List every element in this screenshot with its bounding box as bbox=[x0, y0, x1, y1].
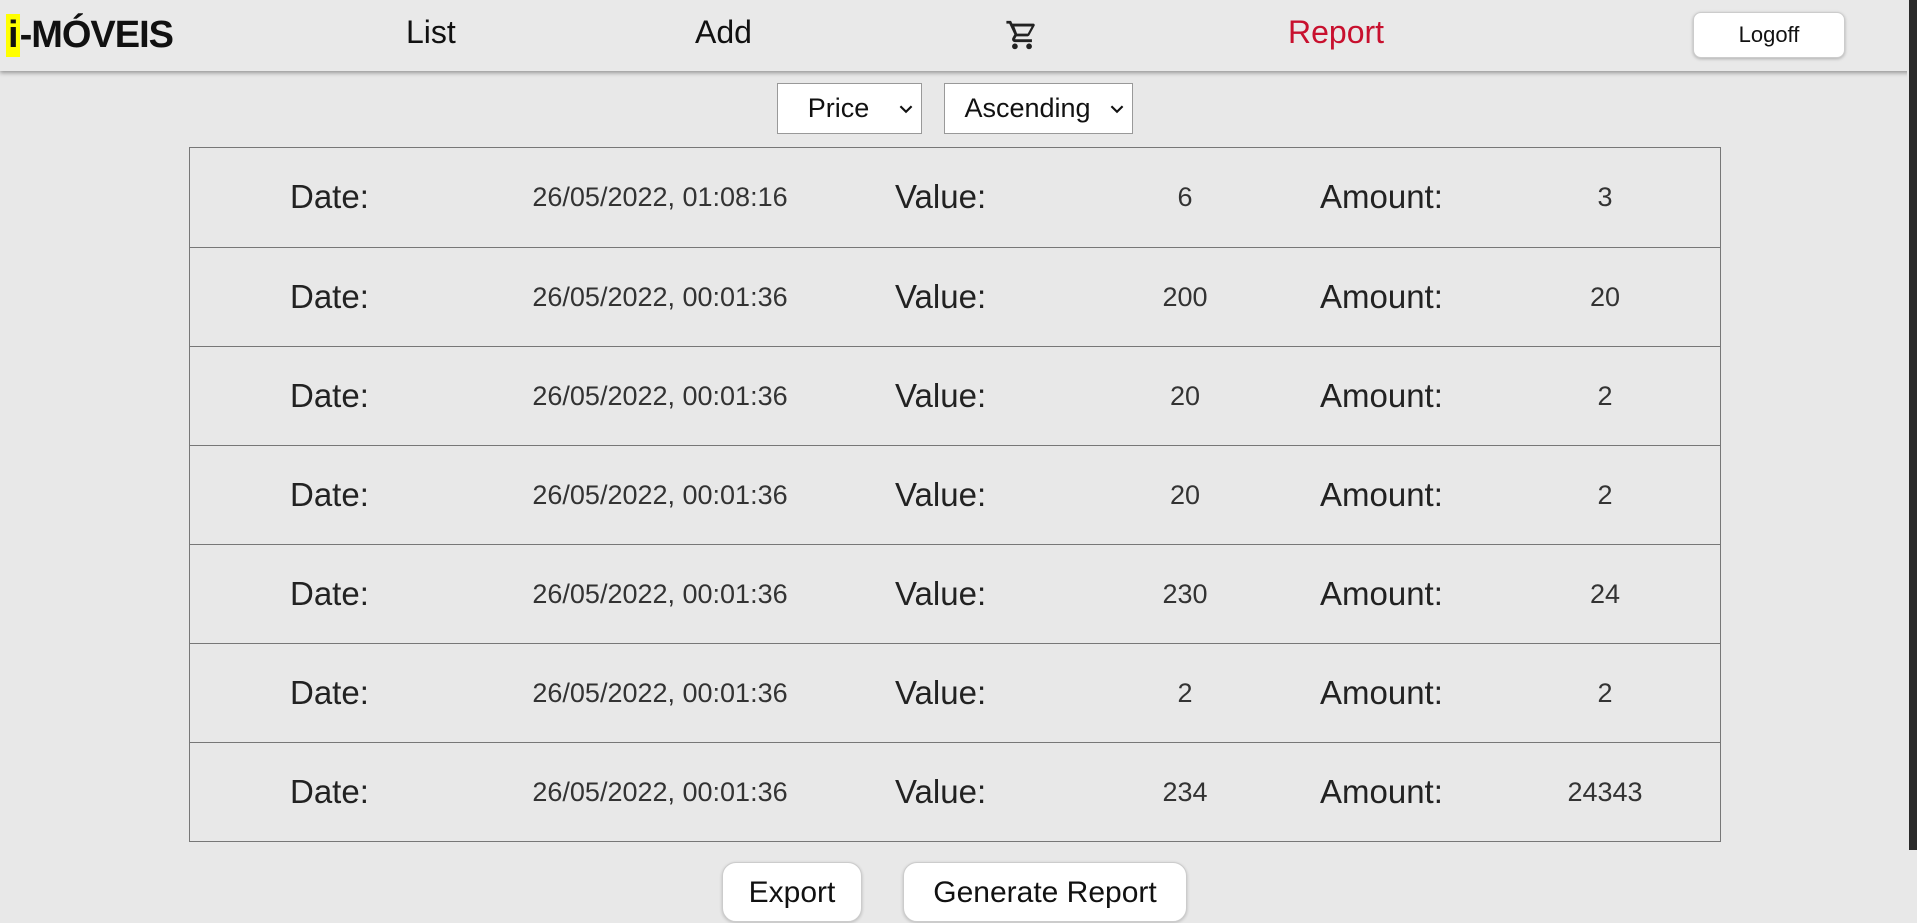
sort-field-select[interactable]: Price bbox=[777, 83, 922, 134]
value-label: Value: bbox=[895, 278, 987, 315]
amount-value: 20 bbox=[1589, 282, 1621, 312]
amount-value: 3 bbox=[1597, 182, 1613, 212]
amount-value: 24 bbox=[1589, 579, 1621, 609]
table-row: Date: 26/05/2022, 00:01:36 Value: 20 Amo… bbox=[190, 445, 1720, 544]
value-value: 230 bbox=[1162, 579, 1208, 609]
cart-icon[interactable] bbox=[1005, 18, 1039, 52]
date-label: Date: bbox=[290, 377, 369, 414]
logo-i: i bbox=[6, 14, 20, 57]
date-value: 26/05/2022, 00:01:36 bbox=[532, 381, 788, 411]
date-value: 26/05/2022, 00:01:36 bbox=[532, 777, 788, 807]
amount-label: Amount: bbox=[1320, 773, 1443, 810]
date-value: 26/05/2022, 00:01:36 bbox=[532, 480, 788, 510]
nav-report-link[interactable]: Report bbox=[1288, 8, 1384, 56]
scrollbar-thumb[interactable] bbox=[1909, 0, 1917, 850]
value-value: 200 bbox=[1162, 282, 1208, 312]
amount-value: 2 bbox=[1597, 480, 1613, 510]
logoff-button[interactable]: Logoff bbox=[1693, 12, 1845, 58]
scrollbar[interactable] bbox=[1907, 0, 1917, 896]
value-label: Value: bbox=[895, 178, 987, 215]
value-value: 234 bbox=[1162, 777, 1208, 807]
amount-label: Amount: bbox=[1320, 377, 1443, 414]
date-value: 26/05/2022, 00:01:36 bbox=[532, 579, 788, 609]
chevron-down-icon bbox=[1110, 104, 1124, 113]
table-row: Date: 26/05/2022, 01:08:16 Value: 6 Amou… bbox=[190, 148, 1720, 247]
value-label: Value: bbox=[895, 476, 987, 513]
sort-order-value: Ascending bbox=[964, 93, 1091, 123]
amount-value: 2 bbox=[1597, 381, 1613, 411]
nav-add-link[interactable]: Add bbox=[695, 8, 752, 56]
date-value: 26/05/2022, 00:01:36 bbox=[532, 678, 788, 708]
date-label: Date: bbox=[290, 773, 369, 810]
value-label: Value: bbox=[895, 575, 987, 612]
value-label: Value: bbox=[895, 773, 987, 810]
amount-value: 24343 bbox=[1567, 777, 1643, 807]
date-value: 26/05/2022, 00:01:36 bbox=[532, 282, 788, 312]
table-row: Date: 26/05/2022, 00:01:36 Value: 20 Amo… bbox=[190, 346, 1720, 445]
table-row: Date: 26/05/2022, 00:01:36 Value: 200 Am… bbox=[190, 247, 1720, 346]
logo[interactable]: i -MÓVEIS bbox=[6, 14, 174, 57]
amount-label: Amount: bbox=[1320, 575, 1443, 612]
chevron-down-icon bbox=[899, 104, 913, 113]
sort-field-value: Price bbox=[807, 93, 870, 123]
value-value: 2 bbox=[1177, 678, 1193, 708]
value-label: Value: bbox=[895, 674, 987, 711]
date-value: 26/05/2022, 01:08:16 bbox=[532, 182, 788, 212]
value-value: 6 bbox=[1177, 182, 1193, 212]
table-row: Date: 26/05/2022, 00:01:36 Value: 230 Am… bbox=[190, 544, 1720, 643]
date-label: Date: bbox=[290, 476, 369, 513]
generate-report-button[interactable]: Generate Report bbox=[903, 862, 1187, 922]
date-label: Date: bbox=[290, 674, 369, 711]
amount-label: Amount: bbox=[1320, 476, 1443, 513]
top-navbar: i -MÓVEIS List Add Report Logoff bbox=[0, 0, 1917, 71]
table-row: Date: 26/05/2022, 00:01:36 Value: 2 Amou… bbox=[190, 643, 1720, 742]
nav-list-link[interactable]: List bbox=[406, 8, 456, 56]
table-row: Date: 26/05/2022, 00:01:36 Value: 234 Am… bbox=[190, 742, 1720, 841]
logo-text: -MÓVEIS bbox=[19, 14, 174, 56]
amount-value: 2 bbox=[1597, 678, 1613, 708]
amount-label: Amount: bbox=[1320, 278, 1443, 315]
amount-label: Amount: bbox=[1320, 178, 1443, 215]
sort-order-select[interactable]: Ascending bbox=[944, 83, 1133, 134]
date-label: Date: bbox=[290, 178, 369, 215]
export-button[interactable]: Export bbox=[722, 862, 862, 922]
value-value: 20 bbox=[1169, 480, 1201, 510]
date-label: Date: bbox=[290, 278, 369, 315]
date-label: Date: bbox=[290, 575, 369, 612]
amount-label: Amount: bbox=[1320, 674, 1443, 711]
value-label: Value: bbox=[895, 377, 987, 414]
value-value: 20 bbox=[1169, 381, 1201, 411]
sales-table: Date: 26/05/2022, 01:08:16 Value: 6 Amou… bbox=[189, 147, 1721, 842]
